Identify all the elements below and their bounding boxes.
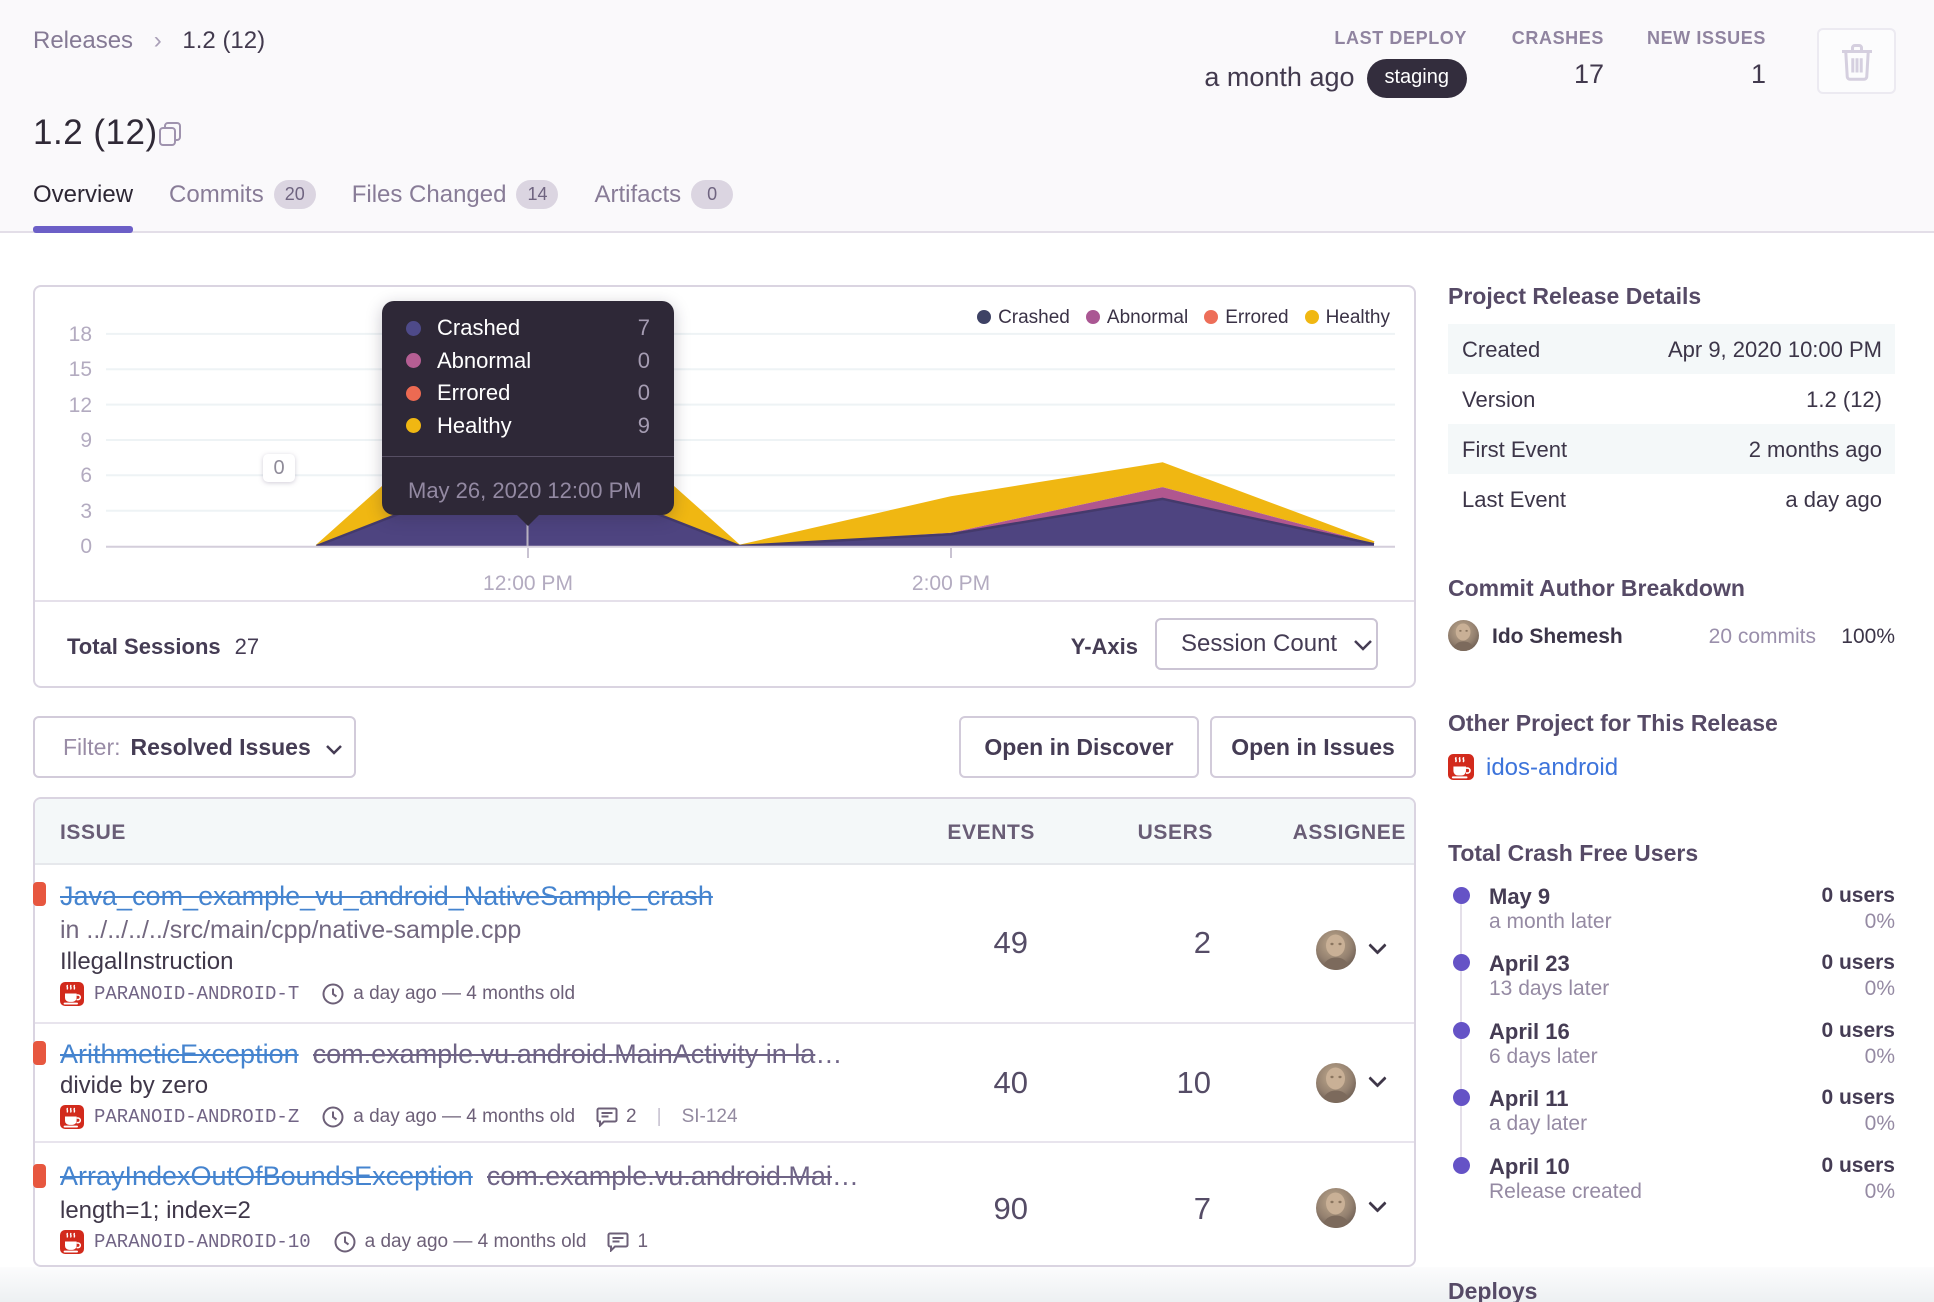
svg-text:15: 15 bbox=[69, 358, 92, 381]
svg-text:2:00 PM: 2:00 PM bbox=[912, 572, 990, 595]
svg-text:6: 6 bbox=[80, 464, 92, 487]
svg-text:12:00 PM: 12:00 PM bbox=[483, 572, 573, 595]
svg-text:12: 12 bbox=[69, 394, 92, 417]
svg-text:0: 0 bbox=[80, 535, 92, 558]
svg-text:18: 18 bbox=[69, 323, 92, 346]
svg-text:3: 3 bbox=[80, 500, 92, 523]
svg-text:9: 9 bbox=[80, 429, 92, 452]
